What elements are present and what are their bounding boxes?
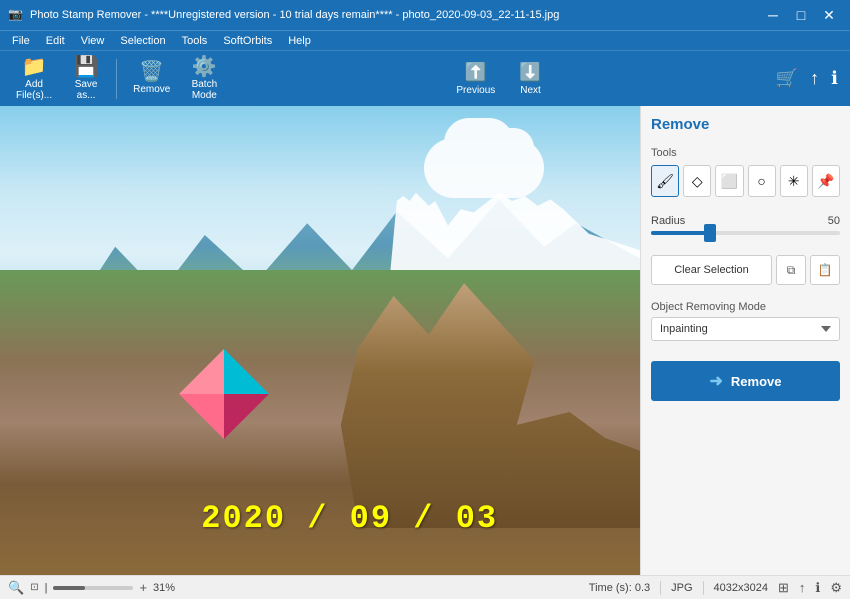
status-right: Time (s): 0.3 JPG 4032x3024 ⊞ ↑ ℹ ⚙ [589,580,842,596]
previous-icon: ⬆️ [465,62,487,83]
add-files-label: Add File(s)... [16,79,52,101]
menu-edit[interactable]: Edit [38,33,73,49]
menu-view[interactable]: View [73,33,113,49]
remove-arrow-icon: ➜ [710,371,723,391]
clear-selection-button[interactable]: Clear Selection [651,255,772,285]
status-separator-2 [703,581,704,595]
maximize-button[interactable]: □ [788,4,814,26]
menu-bar: File Edit View Selection Tools SoftOrbit… [0,30,850,50]
zoom-slider-fill [53,586,85,590]
batch-icon: ⚙️ [192,57,217,77]
status-bar: 🔍 ⊡ | + 31% Time (s): 0.3 JPG 4032x3024 … [0,575,850,599]
add-files-icon: 📁 [22,57,47,77]
tools-row: 🖌 ◇ ⬜ ○ ✳ 📌 [651,165,840,197]
right-panel: Remove Tools 🖌 ◇ ⬜ ○ ✳ 📌 Radius 50 [640,106,850,575]
status-left: 🔍 ⊡ | + 31% [8,580,581,596]
file-format: JPG [671,582,692,594]
batch-mode-button[interactable]: ⚙️ Batch Mode [182,53,226,105]
tools-label: Tools [651,147,840,159]
app-icon: 📷 [8,7,24,23]
magic-wand-button[interactable]: ✳ [780,165,808,197]
radius-slider-fill [651,231,708,235]
save-label: Save as... [75,79,98,101]
canvas-area[interactable]: 2020 / 09 / 03 [0,106,640,575]
info-icon[interactable]: ℹ [827,64,842,93]
zoom-level: 31% [153,582,175,594]
cloud-1 [424,138,544,198]
fit-icon[interactable]: ⊞ [778,580,789,596]
resolution: 4032x3024 [714,582,768,594]
next-button[interactable]: ⬇️ Next [511,58,549,100]
share-status-icon[interactable]: ↑ [799,580,806,595]
menu-selection[interactable]: Selection [112,33,173,49]
toolbar-separator-1 [116,59,117,99]
brush-tool-button[interactable]: 🖌 [651,165,679,197]
close-button[interactable]: ✕ [816,4,842,26]
save-as-button[interactable]: 💾 Save as... [64,53,108,105]
next-label: Next [520,85,541,96]
action-buttons-row: Clear Selection ⧉ 📋 [651,255,840,285]
mode-label: Object Removing Mode [651,301,840,313]
remove-action-button[interactable]: ➜ Remove [651,361,840,401]
zoom-toggle-icon[interactable]: ⊡ [30,582,38,593]
logo-overlay [174,344,274,444]
add-files-button[interactable]: 📁 Add File(s)... [8,53,60,105]
previous-button[interactable]: ⬆️ Previous [448,58,503,100]
copy-icon-button[interactable]: ⧉ [776,255,806,285]
cart-icon[interactable]: 🛒 [772,64,802,93]
next-icon: ⬇️ [519,62,541,83]
menu-file[interactable]: File [4,33,38,49]
window-controls: ─ □ ✕ [760,4,842,26]
timestamp-overlay: 2020 / 09 / 03 [201,500,498,537]
radius-slider-thumb[interactable] [704,224,716,242]
remove-icon: 🗑️ [139,62,164,82]
batch-label: Batch Mode [192,79,218,101]
tools-section: Tools 🖌 ◇ ⬜ ○ ✳ 📌 [651,147,840,205]
radius-slider-container[interactable] [651,231,840,235]
radius-section: Radius 50 [651,215,840,245]
menu-softorbits[interactable]: SoftOrbits [215,33,280,49]
remove-button-label: Remove [731,374,782,389]
zoom-add-icon[interactable]: + [139,580,147,595]
zoom-out-icon[interactable]: 🔍 [8,580,24,596]
toolbar: 📁 Add File(s)... 💾 Save as... 🗑️ Remove … [0,50,850,106]
menu-help[interactable]: Help [280,33,319,49]
timestamp-text: 2020 / 09 / 03 [201,500,498,537]
radius-slider-track[interactable] [651,231,840,235]
eraser-tool-button[interactable]: ◇ [683,165,711,197]
settings-status-icon[interactable]: ⚙ [830,580,842,596]
info-status-icon[interactable]: ℹ [815,580,820,596]
share-icon[interactable]: ↑ [806,64,823,93]
zoom-slider[interactable] [53,586,133,590]
radius-label: Radius [651,215,685,227]
remove-label: Remove [133,84,170,95]
save-icon: 💾 [74,57,99,77]
window-title: Photo Stamp Remover - ****Unregistered v… [30,9,760,21]
toolbar-right-group: 🛒 ↑ ℹ [772,64,842,93]
status-separator-1 [660,581,661,595]
navigation-group: ⬆️ Previous ⬇️ Next [448,58,549,100]
title-bar: 📷 Photo Stamp Remover - ****Unregistered… [0,0,850,30]
canvas-image: 2020 / 09 / 03 [0,106,640,575]
rect-select-button[interactable]: ⬜ [715,165,743,197]
radius-value: 50 [828,215,840,227]
menu-tools[interactable]: Tools [174,33,216,49]
stamp-tool-button[interactable]: 📌 [812,165,840,197]
remove-button[interactable]: 🗑️ Remove [125,58,178,99]
paste-icon-button[interactable]: 📋 [810,255,840,285]
panel-title: Remove [651,116,840,133]
mode-section: Object Removing Mode Inpainting Content-… [651,301,840,351]
mode-select[interactable]: Inpainting Content-Aware Fill Smart Fill [651,317,840,341]
zoom-separator: | [45,582,48,594]
minimize-button[interactable]: ─ [760,4,786,26]
previous-label: Previous [456,85,495,96]
main-content: 2020 / 09 / 03 Remove Tools 🖌 ◇ ⬜ ○ ✳ 📌 … [0,106,850,575]
lasso-tool-button[interactable]: ○ [748,165,776,197]
time-label: Time (s): 0.3 [589,582,650,594]
